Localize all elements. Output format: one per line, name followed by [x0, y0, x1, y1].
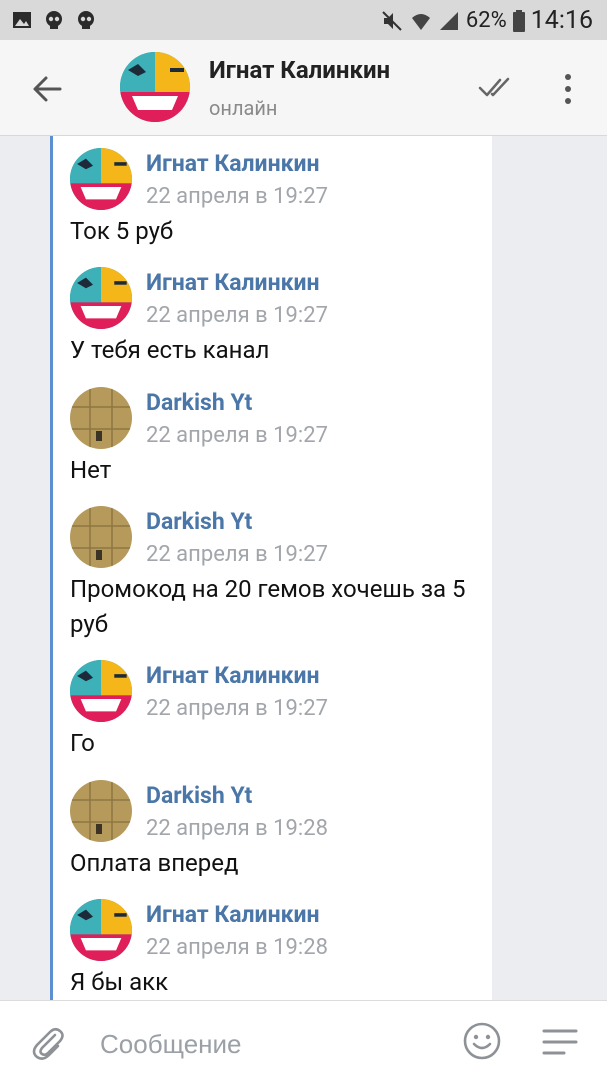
message-date: 22 апреля в 19:27: [146, 696, 328, 721]
message-author[interactable]: Игнат Калинкин: [146, 269, 320, 296]
contact-name: Игнат Калинкин: [209, 56, 391, 84]
back-arrow-icon[interactable]: [30, 72, 64, 106]
menu-icon[interactable]: [542, 1027, 578, 1057]
message-composer: [0, 1000, 607, 1081]
signal-icon: [439, 11, 458, 30]
attach-icon[interactable]: [28, 1023, 68, 1063]
skull-notification-icon: [46, 11, 62, 29]
sand-avatar[interactable]: [70, 387, 132, 449]
mark-read-icon[interactable]: [478, 76, 518, 100]
more-options-icon[interactable]: [565, 74, 575, 104]
image-notification-icon: [13, 12, 31, 28]
message-author[interactable]: Игнат Калинкин: [146, 150, 320, 177]
message-text: Ток 5 руб: [70, 217, 174, 245]
message-author[interactable]: Darkish Yt: [146, 782, 252, 809]
message-text: Оплата вперед: [70, 849, 239, 877]
message-author[interactable]: Darkish Yt: [146, 508, 252, 535]
message-date: 22 апреля в 19:28: [146, 935, 328, 960]
sand-avatar[interactable]: [70, 506, 132, 568]
message-text: Промокод на 20 гемов хочешь за 5 руб: [70, 575, 466, 638]
battery-icon: [512, 9, 525, 32]
message-text: Я бы акк: [70, 968, 169, 996]
forwarded-messages: Игнат Калинкин 22 апреля в 19:27 Ток 5 р…: [50, 136, 492, 1000]
mute-icon: [382, 10, 402, 31]
skull-notification-icon: [78, 11, 94, 29]
message-text: У тебя есть канал: [70, 336, 270, 364]
message-author[interactable]: Игнат Калинкин: [146, 901, 320, 928]
online-status: онлайн: [209, 96, 278, 120]
brawler-avatar[interactable]: [70, 660, 132, 722]
wifi-icon: [411, 13, 430, 30]
message-text: Нет: [70, 456, 112, 484]
chat-header: Игнат Калинкин онлайн: [0, 40, 607, 136]
message-author[interactable]: Darkish Yt: [146, 389, 252, 416]
message-date: 22 апреля в 19:27: [146, 184, 328, 209]
message-date: 22 апреля в 19:28: [146, 816, 328, 841]
emoji-icon[interactable]: [462, 1021, 502, 1061]
sand-avatar[interactable]: [70, 780, 132, 842]
quote-line: [50, 136, 53, 1000]
brawler-avatar[interactable]: [70, 899, 132, 961]
message-author[interactable]: Игнат Калинкин: [146, 662, 320, 689]
message-date: 22 апреля в 19:27: [146, 303, 328, 328]
brawler-avatar[interactable]: [70, 148, 132, 210]
message-text: Го: [70, 729, 95, 757]
message-date: 22 апреля в 19:27: [146, 542, 328, 567]
contact-avatar[interactable]: [120, 52, 190, 122]
message-input[interactable]: [98, 1023, 442, 1065]
message-date: 22 апреля в 19:27: [146, 423, 328, 448]
status-bar: 62% 14:16: [0, 0, 607, 40]
clock: 14:16: [530, 6, 593, 35]
battery-percent: 62%: [465, 8, 507, 33]
brawler-avatar[interactable]: [70, 267, 132, 329]
